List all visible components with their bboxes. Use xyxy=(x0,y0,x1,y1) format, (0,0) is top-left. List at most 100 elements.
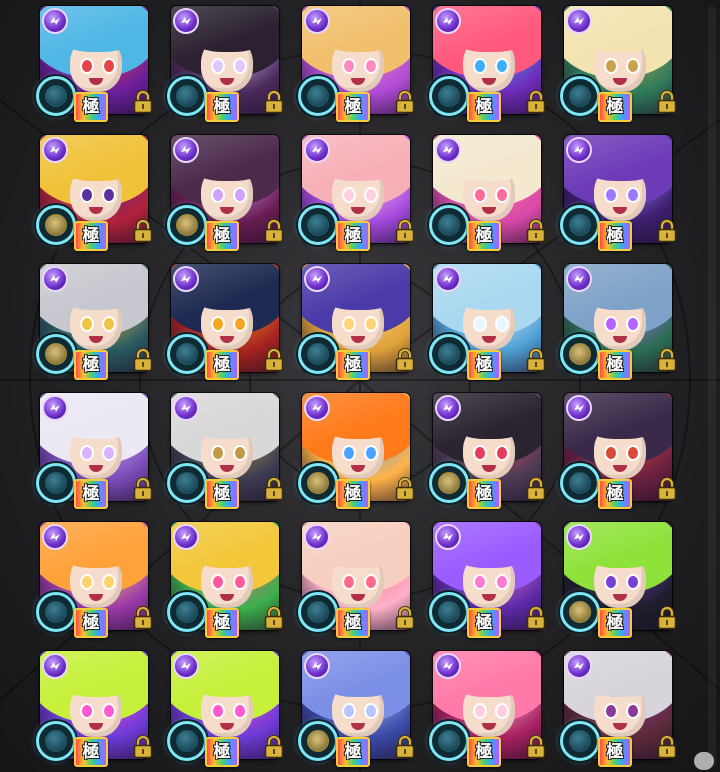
lock-icon[interactable] xyxy=(525,90,547,114)
character-cell[interactable]: 極 xyxy=(167,522,284,638)
character-cell[interactable]: 極 xyxy=(298,651,415,767)
kiwami-badge-label: 極 xyxy=(475,483,493,504)
gauge-orb xyxy=(569,85,591,107)
luck-gauge-icon xyxy=(167,205,207,245)
character-cell[interactable]: 極 xyxy=(560,651,677,767)
character-cell[interactable]: 極 xyxy=(167,6,284,122)
kiwami-badge: 極 xyxy=(74,221,108,251)
lock-icon[interactable] xyxy=(132,219,154,243)
luck-gauge-icon xyxy=(560,592,600,632)
lock-icon[interactable] xyxy=(394,348,416,372)
luck-gauge-icon xyxy=(36,334,76,374)
character-cell[interactable]: 極 xyxy=(167,264,284,380)
character-cell[interactable]: 極 xyxy=(429,135,546,251)
character-cell[interactable]: 極 xyxy=(298,522,415,638)
lock-icon[interactable] xyxy=(132,90,154,114)
gauge-orb xyxy=(307,343,329,365)
kiwami-badge-label: 極 xyxy=(606,612,624,633)
lock-icon[interactable] xyxy=(656,735,678,759)
character-cell[interactable]: 極 xyxy=(36,393,153,509)
gauge-orb xyxy=(45,730,67,752)
lock-icon[interactable] xyxy=(263,735,285,759)
character-cell[interactable]: 極 xyxy=(429,264,546,380)
character-cell[interactable]: 極 xyxy=(298,6,415,122)
lock-icon[interactable] xyxy=(525,606,547,630)
luck-gauge-icon xyxy=(298,334,338,374)
kiwami-badge: 極 xyxy=(74,92,108,122)
lock-icon[interactable] xyxy=(656,348,678,372)
kiwami-badge: 極 xyxy=(598,608,632,638)
character-cell[interactable]: 極 xyxy=(560,522,677,638)
lock-icon[interactable] xyxy=(656,90,678,114)
lock-icon[interactable] xyxy=(394,477,416,501)
lock-icon[interactable] xyxy=(263,219,285,243)
gauge-orb xyxy=(307,601,329,623)
character-cell[interactable]: 極 xyxy=(429,6,546,122)
character-cell[interactable]: 極 xyxy=(167,651,284,767)
character-cell[interactable]: 極 xyxy=(36,6,153,122)
kiwami-badge: 極 xyxy=(205,479,239,509)
scroll-thumb[interactable] xyxy=(694,752,714,770)
lock-icon[interactable] xyxy=(394,735,416,759)
character-cell[interactable]: 極 xyxy=(560,264,677,380)
kiwami-badge: 極 xyxy=(598,350,632,380)
lock-icon[interactable] xyxy=(394,90,416,114)
lock-icon[interactable] xyxy=(525,348,547,372)
lock-icon[interactable] xyxy=(263,90,285,114)
character-cell[interactable]: 極 xyxy=(429,393,546,509)
dark-element-icon xyxy=(435,266,461,292)
lock-icon[interactable] xyxy=(525,477,547,501)
kiwami-badge: 極 xyxy=(467,92,501,122)
character-cell[interactable]: 極 xyxy=(36,522,153,638)
character-cell[interactable]: 極 xyxy=(298,393,415,509)
kiwami-badge-label: 極 xyxy=(82,483,100,504)
lock-icon[interactable] xyxy=(394,219,416,243)
lock-icon[interactable] xyxy=(132,477,154,501)
character-cell[interactable]: 極 xyxy=(429,651,546,767)
kiwami-badge: 極 xyxy=(336,221,370,251)
dark-element-icon xyxy=(304,8,330,34)
character-cell[interactable]: 極 xyxy=(167,135,284,251)
kiwami-badge: 極 xyxy=(598,92,632,122)
lock-icon[interactable] xyxy=(656,606,678,630)
monster-box-screen: 極 極 極 極 極 極 極 極 極 極 極 極 極 極 極 極 極 極 極 極 … xyxy=(0,0,720,772)
luck-gauge-icon xyxy=(429,334,469,374)
dark-element-icon xyxy=(304,266,330,292)
gauge-orb xyxy=(176,601,198,623)
lock-icon[interactable] xyxy=(132,348,154,372)
kiwami-badge: 極 xyxy=(74,608,108,638)
dark-element-icon xyxy=(435,137,461,163)
luck-gauge-icon xyxy=(298,592,338,632)
lock-icon[interactable] xyxy=(525,219,547,243)
lock-icon[interactable] xyxy=(394,606,416,630)
character-cell[interactable]: 極 xyxy=(36,264,153,380)
kiwami-badge: 極 xyxy=(205,221,239,251)
gauge-orb xyxy=(176,85,198,107)
character-cell[interactable]: 極 xyxy=(167,393,284,509)
dark-element-icon xyxy=(42,395,68,421)
lock-icon[interactable] xyxy=(656,219,678,243)
lock-icon[interactable] xyxy=(263,348,285,372)
gauge-orb xyxy=(569,601,591,623)
lock-icon[interactable] xyxy=(656,477,678,501)
character-cell[interactable]: 極 xyxy=(298,264,415,380)
character-cell[interactable]: 極 xyxy=(298,135,415,251)
kiwami-badge-label: 極 xyxy=(82,225,100,246)
kiwami-badge-label: 極 xyxy=(82,741,100,762)
character-cell[interactable]: 極 xyxy=(429,522,546,638)
scrollbar-track[interactable] xyxy=(708,6,716,766)
lock-icon[interactable] xyxy=(263,606,285,630)
character-cell[interactable]: 極 xyxy=(36,135,153,251)
kiwami-badge: 極 xyxy=(336,737,370,767)
kiwami-badge: 極 xyxy=(598,737,632,767)
lock-icon[interactable] xyxy=(263,477,285,501)
gauge-orb xyxy=(45,85,67,107)
character-cell[interactable]: 極 xyxy=(36,651,153,767)
gauge-orb xyxy=(438,472,460,494)
character-cell[interactable]: 極 xyxy=(560,135,677,251)
character-cell[interactable]: 極 xyxy=(560,393,677,509)
lock-icon[interactable] xyxy=(525,735,547,759)
lock-icon[interactable] xyxy=(132,606,154,630)
lock-icon[interactable] xyxy=(132,735,154,759)
character-cell[interactable]: 極 xyxy=(560,6,677,122)
